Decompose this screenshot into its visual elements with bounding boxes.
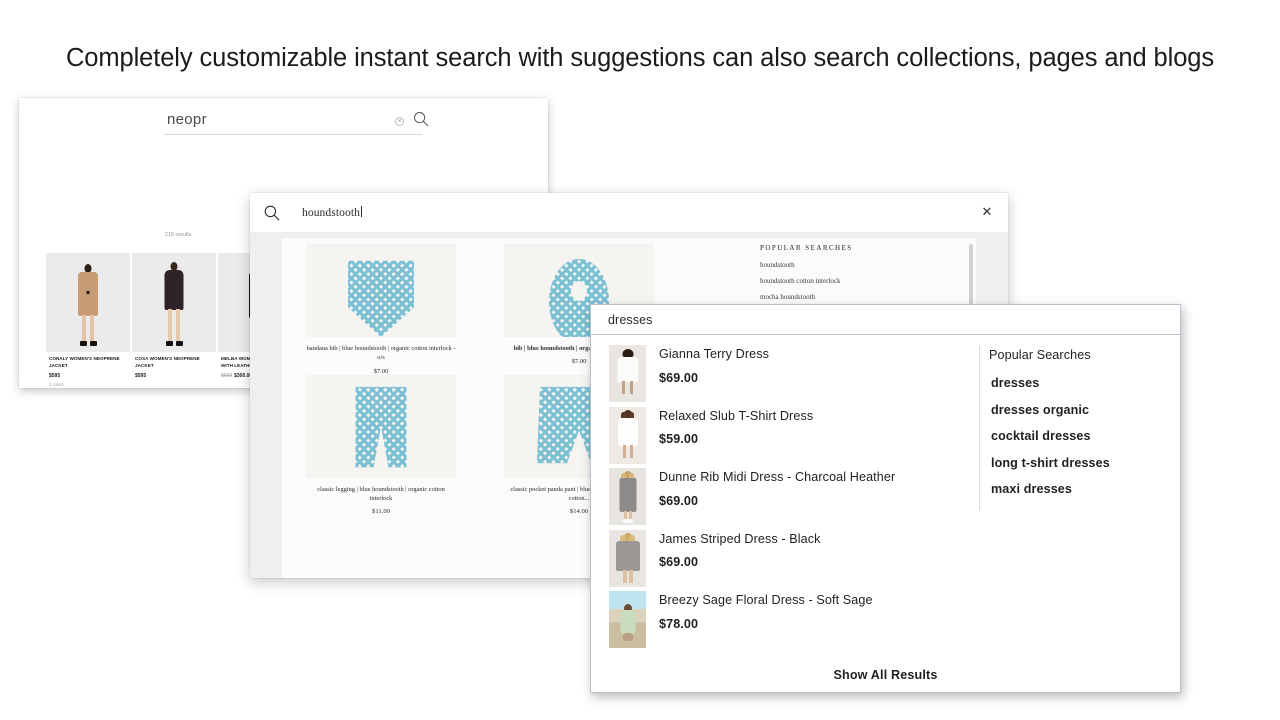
product-price: $78.00 [659, 616, 699, 631]
product-title: CONALY WOMEN'S NEOPRENE JACKET [49, 356, 120, 368]
list-item[interactable]: Relaxed Slub T-Shirt Dress $59.00 [609, 406, 980, 469]
show-all-results-button[interactable]: Show All Results [591, 668, 1180, 682]
product-price: $595 [49, 372, 61, 379]
product-image-classic-legging [306, 374, 456, 478]
houndstooth-pattern [355, 386, 407, 468]
bib-neck-hole [571, 281, 587, 302]
screenshot-stage: Completely customizable instant search w… [0, 0, 1280, 720]
search-input-value: houndstooth [302, 207, 360, 219]
product-price: $59.00 [659, 432, 699, 447]
product-price: $69.00 [659, 493, 699, 508]
product-title: classic legging | blue houndstooth | org… [317, 485, 445, 502]
search-bar-dresses[interactable]: dresses [591, 305, 1180, 335]
product-title: Breezy Sage Floral Dress - Soft Sage [659, 593, 873, 607]
popular-searches-heading: Popular Searches [989, 348, 1091, 362]
product-price: $69.00 [659, 370, 699, 385]
product-thumbnail-breezy-sage-floral-dress [609, 591, 646, 648]
product-title: James Striped Dress - Black [659, 531, 821, 546]
product-card[interactable]: bandana bib | blue houndstooth | organic… [306, 244, 456, 375]
product-price: $7.00 [373, 367, 389, 375]
product-thumbnail-dunne-rib-midi-dress [609, 468, 646, 525]
product-thumbnail-gianna-terry-dress [609, 345, 646, 402]
popular-search-item[interactable]: houndstooth cotton interlock [760, 278, 976, 285]
search-input-value[interactable]: neopr [167, 111, 207, 128]
list-item[interactable]: Dunne Rib Midi Dress - Charcoal Heather … [609, 468, 980, 530]
clear-circle-icon[interactable]: × [395, 117, 404, 126]
product-price-was: $600 [221, 372, 233, 379]
list-item[interactable]: James Striped Dress - Black $69.00 [609, 529, 980, 592]
product-title: Relaxed Slub T-Shirt Dress [659, 408, 814, 423]
popular-search-item-dresses-organic[interactable]: dresses organic [989, 403, 1174, 417]
page-title: Completely customizable instant search w… [65, 44, 1215, 72]
list-item[interactable]: Gianna Terry Dress $69.00 [609, 345, 980, 407]
product-color-count: 2 colors [49, 381, 64, 387]
product-title: Dunne Rib Midi Dress - Charcoal Heather [659, 470, 896, 484]
product-results-list: Gianna Terry Dress $69.00 Relaxed Slub T… [591, 336, 980, 653]
product-thumbnail-james-striped-dress [609, 529, 646, 587]
product-image [46, 253, 130, 352]
popular-searches-heading: POPULAR SEARCHES [760, 244, 853, 252]
product-card[interactable]: CONALY WOMEN'S NEOPRENE JACKET $595 2 co… [46, 253, 132, 387]
popular-search-item-cocktail-dresses[interactable]: cocktail dresses [989, 429, 1174, 443]
search-input-houndstooth[interactable]: houndstooth [302, 206, 362, 219]
popular-search-item-dresses[interactable]: dresses [989, 376, 1174, 390]
result-count: 216 results [165, 232, 192, 238]
input-underline [164, 134, 422, 135]
product-card[interactable]: COSA WOMEN'S NEOPRENE JACKET $595 [132, 253, 218, 387]
product-title: bandana bib | blue houndstooth | organic… [306, 345, 456, 362]
search-bar-neoprene[interactable]: neopr × [164, 108, 444, 138]
popular-searches-dresses: Popular Searches dresses dresses organic… [989, 348, 1174, 509]
product-price: $69.00 [659, 555, 699, 570]
section-divider [979, 346, 980, 510]
text-caret [360, 206, 362, 217]
product-card[interactable]: classic legging | blue houndstooth | org… [306, 374, 456, 516]
search-bar-houndstooth[interactable]: houndstooth ✕ [250, 193, 1008, 233]
search-input-value[interactable]: dresses [608, 313, 652, 327]
product-image-bandana-bib [306, 244, 456, 337]
product-title: COSA WOMEN'S NEOPRENE JACKET [135, 356, 200, 368]
list-item[interactable]: Breezy Sage Floral Dress - Soft Sage $78… [609, 591, 980, 653]
popular-search-item[interactable]: mocha houndstooth [760, 294, 976, 301]
product-price: $11.00 [372, 508, 390, 516]
search-icon[interactable] [413, 111, 429, 127]
popular-search-item-maxi-dresses[interactable]: maxi dresses [989, 482, 1174, 496]
popular-search-item-long-tshirt-dresses[interactable]: long t-shirt dresses [989, 456, 1174, 470]
houndstooth-pattern [348, 260, 414, 337]
popular-search-item[interactable]: houndstooth [760, 262, 976, 269]
search-icon[interactable] [264, 205, 280, 221]
product-image [132, 253, 216, 352]
suggestions-content: Gianna Terry Dress $69.00 Relaxed Slub T… [591, 336, 1180, 692]
close-icon[interactable]: ✕ [980, 205, 994, 219]
search-suggestions-panel-dresses[interactable]: dresses Gianna Terry Dress $69.00 Relaxe… [590, 304, 1181, 693]
popular-searches-houndstooth: POPULAR SEARCHES houndstooth houndstooth… [760, 244, 976, 310]
product-price: $595 [135, 372, 147, 379]
product-thumbnail-relaxed-slub-tshirt-dress [609, 406, 646, 464]
product-title: Gianna Terry Dress [659, 347, 770, 361]
